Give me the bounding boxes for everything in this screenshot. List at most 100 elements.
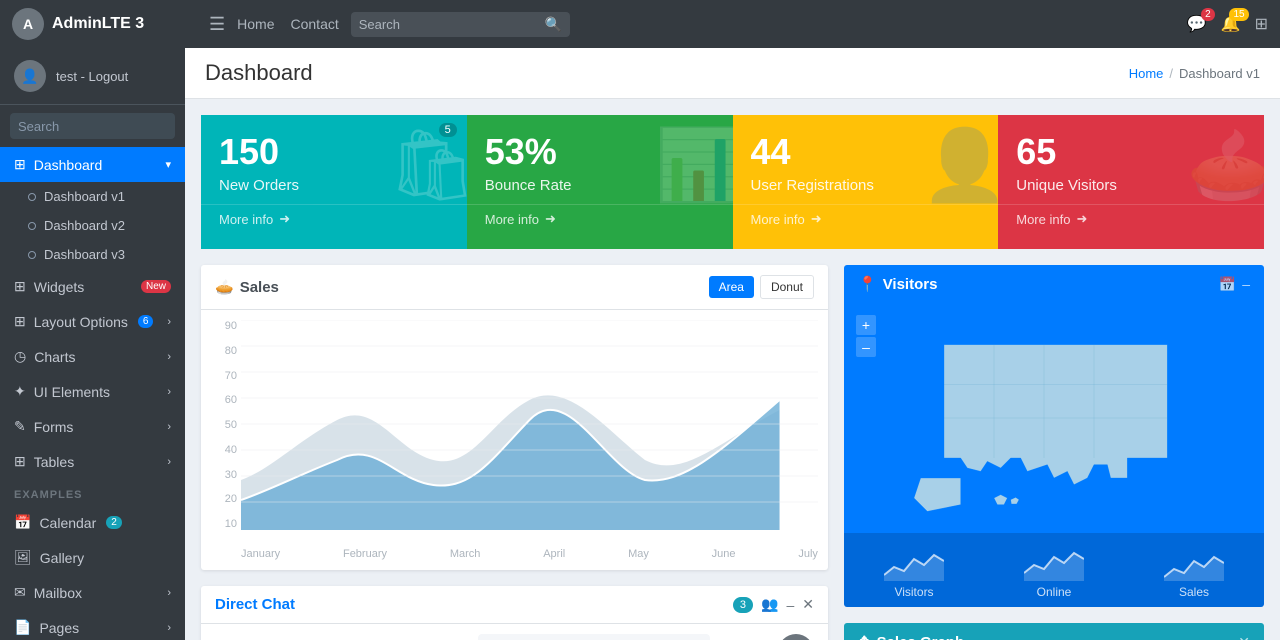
sales-chart-card: 🥧 Sales Area Donut 90807060504 [201, 265, 828, 570]
sidebar-menu: ⊞ Dashboard ▾ Dashboard v1 Dashboard v2 … [0, 147, 185, 640]
main-wrapper: 👤 test - Logout 🔍 ⊞ Dashboard ▾ Dashboar… [0, 48, 1280, 640]
sales-graph-box: ✥ Sales Graph – ✕ 20000 [844, 623, 1264, 640]
sales-stat: Sales [1124, 541, 1264, 599]
vis-icon: 🥧 [1187, 125, 1264, 207]
sales-chart-tools: Area Donut [709, 275, 814, 299]
navbar-search-input[interactable] [359, 17, 539, 32]
sidebar-item-ui-elements[interactable]: ✦ UI Elements › [0, 374, 185, 409]
sidebar-item-label: Pages [39, 620, 79, 636]
chevron-right-icon: › [167, 316, 171, 328]
user-logout-link[interactable]: test - Logout [56, 69, 128, 84]
reg-more-info[interactable]: More info ➜ [733, 204, 999, 233]
chat-badge: 2 [1201, 8, 1215, 21]
sidebar-search-area: 🔍 [0, 105, 185, 147]
chat-users-icon[interactable]: 👥 [761, 596, 778, 613]
sidebar-toggle[interactable]: ☰ [209, 14, 225, 35]
sidebar-item-pages[interactable]: 📄 Pages › [0, 610, 185, 640]
vis-more-info[interactable]: More info ➜ [998, 204, 1264, 233]
stat-cards-row: 5 150 New Orders 🛍 More info ➜ 53% Bounc… [201, 115, 1264, 249]
left-column: 🥧 Sales Area Donut 90807060504 [201, 265, 828, 640]
sg-close-icon[interactable]: ✕ [1238, 634, 1250, 640]
sg-minimize-icon[interactable]: – [1224, 634, 1232, 640]
examples-section-label: EXAMPLES [0, 479, 185, 505]
chat-body: 👤 Is this template ready for more and in… [201, 624, 828, 640]
nav-home[interactable]: Home [237, 16, 274, 32]
sidebar-item-tables[interactable]: ⊞ Tables › [0, 444, 185, 479]
sales-footer-label: Sales [1124, 585, 1264, 599]
visitors-title: 📍 Visitors [858, 275, 937, 293]
sidebar-item-label: Mailbox [34, 585, 82, 601]
sales-sparkline [1124, 541, 1264, 581]
calendar-icon[interactable]: 📅 [1219, 276, 1236, 293]
sales-chart-body: 908070605040302010 [201, 310, 828, 570]
charts-icon: ◷ [14, 348, 26, 365]
sidebar-item-dashboard[interactable]: ⊞ Dashboard ▾ [0, 147, 185, 182]
sidebar-sub-label: Dashboard v3 [44, 247, 125, 262]
search-icon: 🔍 [545, 16, 562, 33]
notification-icon-btn[interactable]: 🔔 15 [1221, 14, 1241, 34]
chart-x-labels: JanuaryFebruaryMarchAprilMayJuneJuly [241, 548, 818, 560]
sidebar-item-label: Charts [34, 349, 75, 365]
sidebar-item-gallery[interactable]: 🖼 Gallery [0, 540, 185, 575]
arrow-icon: ➜ [279, 211, 290, 227]
content-wrapper: Dashboard Home / Dashboard v1 5 150 New … [185, 48, 1280, 640]
visitors-header: 📍 Visitors 📅 – [844, 265, 1264, 303]
online-sparkline [984, 541, 1124, 581]
mailbox-icon: ✉ [14, 584, 26, 601]
chevron-right-icon: › [167, 456, 171, 468]
zoom-in-button[interactable]: + [856, 315, 876, 335]
sidebar-item-dashboard-v1[interactable]: Dashboard v1 [0, 182, 185, 211]
sales-chart-header: 🥧 Sales Area Donut [201, 265, 828, 310]
page-title: Dashboard [205, 60, 313, 86]
apps-icon-btn[interactable]: ⊞ [1255, 14, 1268, 34]
sidebar-item-forms[interactable]: ✎ Forms › [0, 409, 185, 444]
circle-icon [28, 193, 36, 201]
chart-y-labels: 908070605040302010 [211, 320, 241, 530]
orders-more-info[interactable]: More info ➜ [201, 204, 467, 233]
zoom-out-button[interactable]: – [856, 337, 876, 357]
ui-icon: ✦ [14, 383, 26, 400]
nav-contact[interactable]: Contact [291, 16, 339, 32]
main-content-row: 🥧 Sales Area Donut 90807060504 [201, 265, 1264, 640]
chat-icon-btn[interactable]: 💬 2 [1187, 14, 1207, 34]
sidebar-item-dashboard-v3[interactable]: Dashboard v3 [0, 240, 185, 269]
sidebar-item-dashboard-v2[interactable]: Dashboard v2 [0, 211, 185, 240]
content-body: 5 150 New Orders 🛍 More info ➜ 53% Bounc… [185, 99, 1280, 640]
move-icon: ✥ [858, 633, 871, 640]
sidebar-item-label: Dashboard [34, 157, 103, 173]
online-footer-label: Online [984, 585, 1124, 599]
minimize-icon[interactable]: – [1242, 276, 1250, 293]
visitors-footer-label: Visitors [844, 585, 984, 599]
sales-graph-title: ✥ Sales Graph [858, 633, 964, 640]
visitors-stat: Visitors [844, 541, 984, 599]
stat-card-bounce: 53% Bounce Rate 📊 More info ➜ [467, 115, 733, 249]
chart-area-button[interactable]: Area [709, 276, 754, 298]
visitors-box: 📍 Visitors 📅 – + – [844, 265, 1264, 607]
sidebar-item-widgets[interactable]: ⊞ Widgets New [0, 269, 185, 304]
breadcrumb-current: Dashboard v1 [1179, 66, 1260, 81]
stat-card-registrations: 44 User Registrations 👤 More info ➜ [733, 115, 999, 249]
navbar-right: 💬 2 🔔 15 ⊞ [1187, 14, 1268, 34]
navbar: A AdminLTE 3 ☰ Home Contact 🔍 💬 2 🔔 15 ⊞ [0, 0, 1280, 48]
sidebar-search-input[interactable] [10, 113, 175, 139]
chevron-down-icon: ▾ [165, 158, 171, 171]
chart-donut-button[interactable]: Donut [760, 275, 814, 299]
chat-close-icon[interactable]: ✕ [802, 596, 814, 613]
pages-icon: 📄 [14, 619, 31, 636]
breadcrumb: Home / Dashboard v1 [1129, 66, 1260, 81]
sidebar-item-label: UI Elements [34, 384, 110, 400]
sidebar-item-mailbox[interactable]: ✉ Mailbox › [0, 575, 185, 610]
sidebar-item-charts[interactable]: ◷ Charts › [0, 339, 185, 374]
chat-minimize-icon[interactable]: – [786, 597, 794, 613]
cyan-badge: 2 [106, 516, 122, 529]
bounce-icon: 📊 [655, 125, 732, 207]
sidebar-item-calendar[interactable]: 📅 Calendar 2 [0, 505, 185, 540]
chart-svg-area [241, 320, 818, 530]
map-zoom-controls: + – [856, 315, 876, 357]
sidebar-item-label: Layout Options [34, 314, 128, 330]
breadcrumb-home[interactable]: Home [1129, 66, 1164, 81]
sidebar-item-layout-options[interactable]: ⊞ Layout Options 6 › [0, 304, 185, 339]
stat-card-visitors: 65 Unique Visitors 🥧 More info ➜ [998, 115, 1264, 249]
bounce-more-info[interactable]: More info ➜ [467, 204, 733, 233]
notification-badge: 15 [1229, 8, 1248, 21]
